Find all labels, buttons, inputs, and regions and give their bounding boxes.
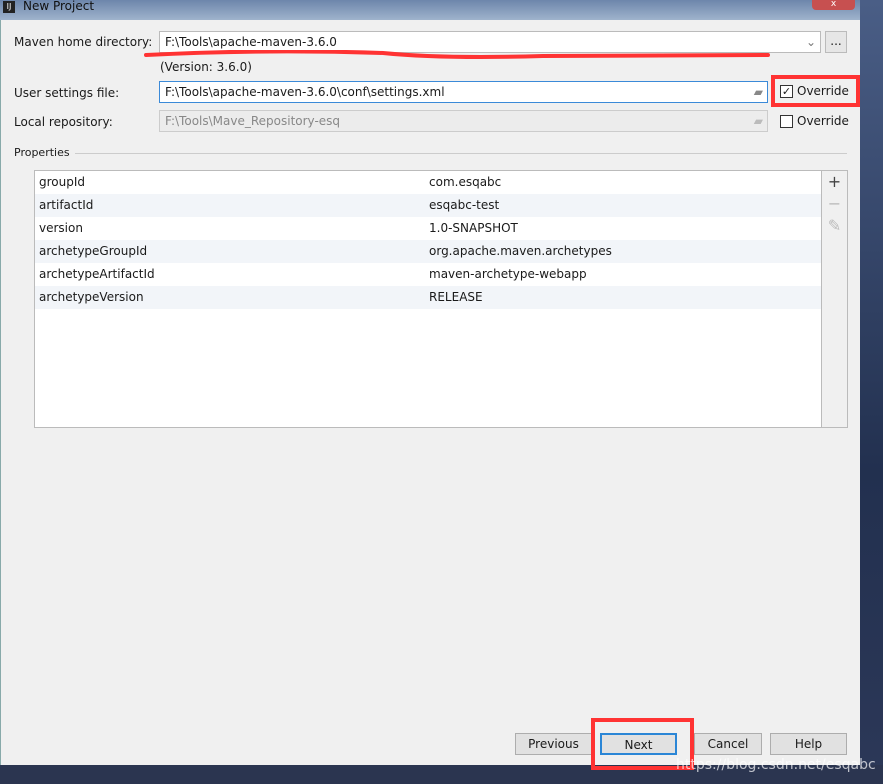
app-icon: IJ	[3, 1, 15, 13]
override-label: Override	[797, 114, 849, 128]
table-row[interactable]: archetypeArtifactId maven-archetype-webap…	[35, 263, 821, 286]
maven-home-label: Maven home directory:	[14, 35, 153, 49]
user-settings-label: User settings file:	[14, 86, 120, 100]
property-value: org.apache.maven.archetypes	[429, 244, 612, 258]
property-key: version	[39, 221, 83, 235]
folder-icon[interactable]: ▰	[754, 82, 763, 102]
maven-home-value: F:\Tools\apache-maven-3.6.0	[165, 35, 337, 49]
property-key: archetypeGroupId	[39, 244, 148, 258]
title-bar: IJ New Project x	[0, 0, 860, 20]
watermark: https://blog.csdn.net/esqabc	[676, 757, 876, 773]
close-button[interactable]: x	[812, 0, 855, 10]
separator	[75, 153, 847, 154]
red-underline-annotation	[144, 50, 770, 59]
property-value: esqabc-test	[429, 198, 500, 212]
desktop-background	[860, 0, 883, 784]
table-row[interactable]: artifactId esqabc-test	[35, 194, 821, 217]
add-icon[interactable]: +	[822, 171, 847, 193]
help-button[interactable]: Help	[770, 733, 847, 755]
table-toolbar: + − ✎	[822, 170, 848, 428]
local-repo-override-checkbox[interactable]: Override	[780, 114, 849, 128]
cancel-button[interactable]: Cancel	[694, 733, 762, 755]
properties-label: Properties	[14, 146, 70, 159]
browse-button[interactable]: ...	[825, 31, 847, 53]
maven-version: (Version: 3.6.0)	[160, 60, 252, 74]
folder-icon[interactable]: ▰	[754, 111, 763, 131]
table-row[interactable]: groupId com.esqabc	[35, 171, 821, 194]
remove-icon[interactable]: −	[822, 193, 847, 215]
red-box-annotation	[771, 75, 860, 107]
table-row[interactable]: version 1.0-SNAPSHOT	[35, 217, 821, 240]
checkbox-unchecked-icon	[780, 114, 793, 128]
edit-icon[interactable]: ✎	[822, 215, 847, 237]
chevron-down-icon[interactable]: ⌄	[806, 32, 816, 52]
previous-button[interactable]: Previous	[515, 733, 592, 755]
window-title: New Project	[23, 0, 95, 13]
property-key: archetypeVersion	[39, 290, 144, 304]
local-repo-label: Local repository:	[14, 115, 113, 129]
user-settings-value: F:\Tools\apache-maven-3.6.0\conf\setting…	[165, 85, 445, 99]
property-key: artifactId	[39, 198, 94, 212]
local-repo-value: F:\Tools\Mave_Repository-esq	[165, 114, 341, 128]
property-key: groupId	[39, 175, 86, 189]
table-row[interactable]: archetypeVersion RELEASE	[35, 286, 821, 309]
properties-table: groupId com.esqabc artifactId esqabc-test …	[34, 170, 822, 428]
property-value: maven-archetype-webapp	[429, 267, 587, 281]
property-value: com.esqabc	[429, 175, 502, 189]
property-key: archetypeArtifactId	[39, 267, 155, 281]
property-value: 1.0-SNAPSHOT	[429, 221, 518, 235]
table-row[interactable]: archetypeGroupId org.apache.maven.archety…	[35, 240, 821, 263]
local-repo-input[interactable]: F:\Tools\Mave_Repository-esq ▰	[159, 110, 768, 132]
user-settings-input[interactable]: F:\Tools\apache-maven-3.6.0\conf\setting…	[159, 81, 768, 103]
property-value: RELEASE	[429, 290, 483, 304]
